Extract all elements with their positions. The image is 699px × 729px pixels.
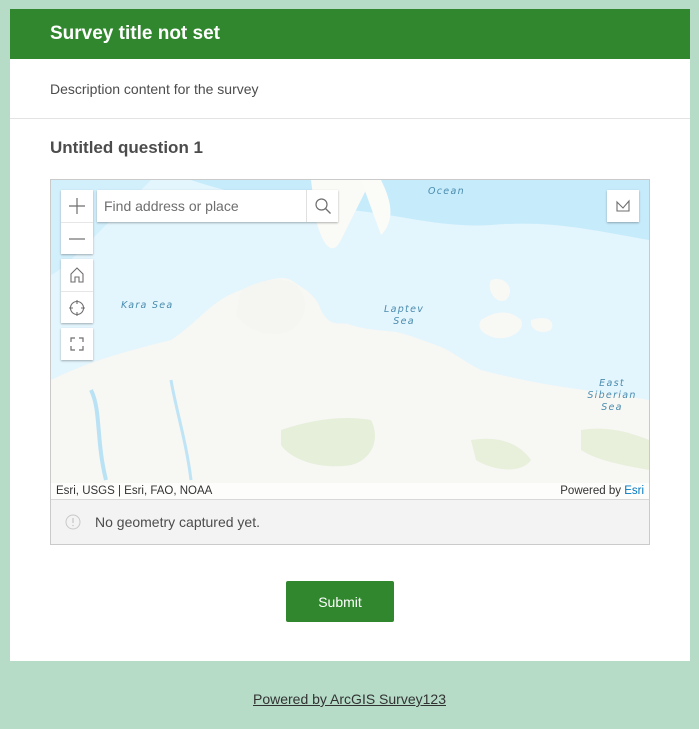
basemap-toggle-button[interactable] bbox=[607, 190, 639, 222]
esri-link[interactable]: Esri bbox=[624, 485, 644, 497]
basemap-icon bbox=[616, 199, 630, 212]
map-view[interactable]: Ocean Kara Sea Laptev Sea East Siberian … bbox=[51, 180, 649, 499]
survey-title: Survey title not set bbox=[50, 23, 220, 44]
navigation-controls bbox=[61, 259, 93, 323]
map-label-east-siberian-line1: East Siberian bbox=[587, 378, 637, 401]
basemap-toggle bbox=[607, 190, 639, 222]
status-text: No geometry captured yet. bbox=[95, 514, 260, 530]
fullscreen-control bbox=[61, 328, 93, 360]
minus-icon bbox=[69, 237, 85, 240]
powered-by: Powered by Esri bbox=[560, 485, 644, 497]
survey-description: Description content for the survey bbox=[10, 59, 690, 119]
search-input[interactable] bbox=[97, 190, 306, 222]
home-icon bbox=[70, 267, 84, 283]
map-search bbox=[97, 190, 338, 222]
attribution-sources: Esri, USGS | Esri, FAO, NOAA bbox=[56, 485, 213, 497]
zoom-in-button[interactable] bbox=[61, 190, 93, 222]
zoom-controls bbox=[61, 190, 93, 254]
home-button[interactable] bbox=[61, 259, 93, 291]
search-icon bbox=[314, 198, 331, 214]
map-label-east-siberian-sea: East Siberian Sea bbox=[575, 378, 649, 414]
basemap-tiles bbox=[51, 180, 649, 499]
map-label-kara-sea: Kara Sea bbox=[121, 300, 174, 311]
expand-icon bbox=[70, 337, 84, 351]
map-label-laptev-sea: Laptev Sea bbox=[384, 304, 424, 328]
info-icon bbox=[65, 514, 81, 530]
powered-by-prefix: Powered by bbox=[560, 485, 625, 497]
locate-button[interactable] bbox=[61, 291, 93, 323]
geopoint-question: Ocean Kara Sea Laptev Sea East Siberian … bbox=[50, 179, 650, 545]
map-label-east-siberian-line2: Sea bbox=[601, 402, 623, 413]
map-label-arctic-ocean: Ocean bbox=[428, 186, 465, 197]
survey-card: Survey title not set Description content… bbox=[10, 9, 690, 661]
crosshair-icon bbox=[69, 299, 85, 316]
submit-button[interactable]: Submit bbox=[286, 581, 394, 622]
map-label-laptev-line1: Laptev bbox=[384, 304, 425, 315]
powered-by-survey123-link[interactable]: Powered by ArcGIS Survey123 bbox=[0, 691, 699, 707]
zoom-out-button[interactable] bbox=[61, 222, 93, 254]
geometry-status: No geometry captured yet. bbox=[51, 499, 649, 544]
survey-header: Survey title not set bbox=[10, 9, 690, 59]
map-label-laptev-line2: Sea bbox=[393, 316, 415, 327]
map-attribution: Esri, USGS | Esri, FAO, NOAA Powered by … bbox=[51, 483, 649, 499]
plus-icon bbox=[69, 198, 85, 214]
description-text: Description content for the survey bbox=[50, 80, 259, 97]
question-label: Untitled question 1 bbox=[50, 138, 203, 157]
fullscreen-button[interactable] bbox=[61, 328, 93, 360]
search-button[interactable] bbox=[306, 190, 338, 222]
